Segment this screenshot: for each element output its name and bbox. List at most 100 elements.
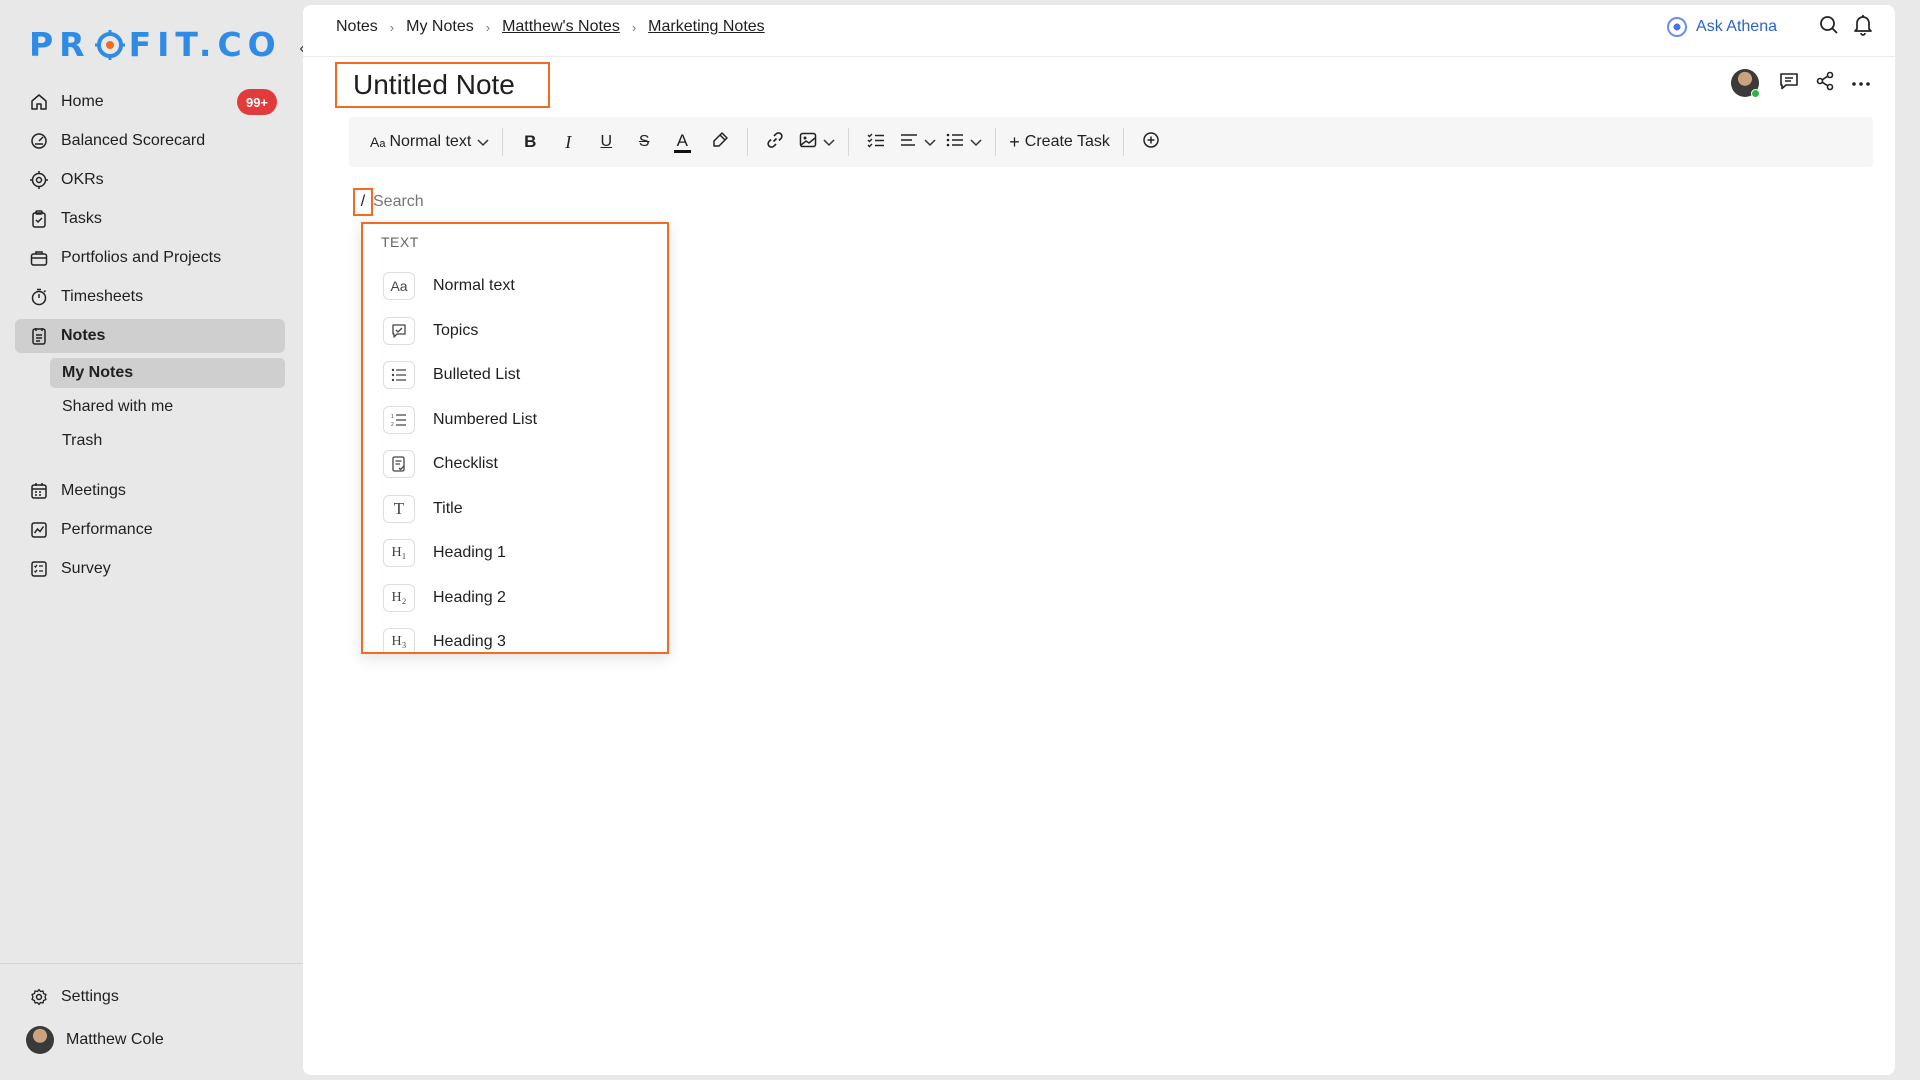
more-horizontal-icon: [1851, 74, 1871, 92]
menu-item-topics[interactable]: Topics: [363, 309, 667, 354]
breadcrumb-my-notes[interactable]: My Notes: [406, 18, 474, 36]
align-left-icon: [900, 133, 918, 151]
menu-item-label: Bulleted List: [433, 366, 521, 384]
sidebar-footer: Settings Matthew Cole: [0, 963, 303, 1054]
numbered-list-icon: 12: [383, 405, 415, 434]
bold-button[interactable]: B: [516, 126, 544, 158]
document-actions: [1731, 69, 1875, 98]
italic-button[interactable]: I: [554, 126, 582, 158]
toolbar-divider: [995, 128, 997, 156]
breadcrumb-separator-icon: ›: [631, 19, 637, 35]
briefcase-icon: [29, 248, 49, 268]
menu-item-label: Numbered List: [433, 410, 538, 428]
sidebar-item-survey[interactable]: Survey: [15, 552, 285, 586]
profit-co-logo[interactable]: PR FIT.CO: [29, 22, 282, 66]
underline-button[interactable]: U: [592, 126, 620, 158]
slash-command-cursor[interactable]: /: [353, 188, 373, 216]
breadcrumb-matthews-notes[interactable]: Matthew's Notes: [502, 18, 620, 36]
sidebar-item-tasks[interactable]: Tasks: [15, 202, 285, 236]
checklist-icon: [383, 450, 415, 479]
ask-athena-button[interactable]: Ask Athena: [1667, 17, 1777, 37]
main-panel: Notes › My Notes › Matthew's Notes › Mar…: [303, 5, 1895, 1075]
menu-item-label: Topics: [433, 321, 479, 339]
sidebar-item-okrs[interactable]: OKRs: [15, 163, 285, 197]
comments-button[interactable]: [1775, 69, 1803, 97]
slash-search-input[interactable]: [373, 193, 573, 211]
chevron-down-icon: [924, 134, 936, 151]
svg-text:1: 1: [391, 414, 394, 420]
sidebar-item-label: Timesheets: [61, 288, 144, 305]
text-aa-icon: Aa: [383, 272, 415, 301]
insert-more-button[interactable]: [1137, 126, 1165, 158]
text-color-button[interactable]: A: [668, 126, 696, 158]
sidebar-item-meetings[interactable]: Meetings: [15, 474, 285, 508]
sidebar-subitem-trash[interactable]: Trash: [50, 426, 285, 456]
underline-icon: U: [600, 133, 613, 150]
breadcrumb: Notes › My Notes › Matthew's Notes › Mar…: [336, 18, 765, 36]
menu-item-normal-text[interactable]: Aa Normal text: [363, 264, 667, 309]
text-style-icon: Aa: [370, 134, 386, 150]
chevron-down-icon: [970, 134, 982, 151]
sidebar-subitem-my-notes[interactable]: My Notes: [50, 358, 285, 388]
sidebar-item-label: Balanced Scorecard: [61, 132, 206, 149]
sidebar-item-timesheets[interactable]: Timesheets: [15, 280, 285, 314]
survey-icon: [29, 559, 49, 579]
menu-item-label: Title: [433, 499, 463, 517]
collaborator-avatar[interactable]: [1731, 69, 1760, 98]
toolbar-divider: [502, 128, 504, 156]
chevron-down-icon: [823, 134, 835, 151]
menu-item-bulleted-list[interactable]: Bulleted List: [363, 353, 667, 398]
sidebar-item-label: Portfolios and Projects: [61, 249, 222, 266]
menu-item-heading-2[interactable]: H₂ Heading 2: [363, 576, 667, 621]
create-task-label: Create Task: [1024, 133, 1110, 150]
text-style-dropdown[interactable]: Aa Normal text: [370, 126, 489, 158]
image-icon: [799, 132, 817, 152]
menu-item-heading-1[interactable]: H₁ Heading 1: [363, 531, 667, 576]
sidebar-item-settings[interactable]: Settings: [29, 987, 119, 1007]
list-dropdown[interactable]: [946, 126, 982, 158]
menu-section-heading: TEXT: [381, 234, 419, 250]
breadcrumb-notes[interactable]: Notes: [336, 18, 378, 36]
avatar: [26, 1026, 54, 1054]
menu-item-title[interactable]: T Title: [363, 487, 667, 532]
logo-target-icon: [94, 29, 125, 60]
sidebar-subitem-shared-with-me[interactable]: Shared with me: [50, 392, 285, 422]
sidebar-subitem-label: Trash: [62, 432, 103, 449]
menu-item-numbered-list[interactable]: 12 Numbered List: [363, 398, 667, 443]
bulleted-list-icon: [946, 133, 964, 151]
sidebar-item-balanced-scorecard[interactable]: Balanced Scorecard: [15, 124, 285, 158]
breadcrumb-marketing-notes[interactable]: Marketing Notes: [648, 18, 765, 36]
more-options-button[interactable]: [1847, 69, 1875, 97]
align-dropdown[interactable]: [900, 126, 936, 158]
gear-icon: [29, 987, 49, 1007]
sidebar: PR FIT.CO ‹ Home 99+ Balanced Scorecard …: [0, 0, 305, 1080]
note-title[interactable]: Untitled Note: [335, 62, 550, 108]
link-button[interactable]: [761, 126, 789, 158]
notifications-button[interactable]: [1851, 14, 1875, 41]
share-button[interactable]: [1811, 69, 1839, 97]
checklist-button[interactable]: [862, 126, 890, 158]
sidebar-item-label: Survey: [61, 560, 111, 577]
bell-icon: [1853, 14, 1873, 41]
breadcrumb-separator-icon: ›: [389, 19, 395, 35]
sidebar-item-home[interactable]: Home 99+: [15, 85, 285, 119]
user-profile[interactable]: Matthew Cole: [26, 1026, 164, 1054]
sidebar-item-portfolios-and-projects[interactable]: Portfolios and Projects: [15, 241, 285, 275]
home-icon: [29, 92, 49, 112]
insert-image-dropdown[interactable]: [799, 126, 835, 158]
create-task-button[interactable]: + Create Task: [1009, 126, 1110, 158]
menu-item-list: Aa Normal text Topics Bulleted List 12 N: [363, 264, 667, 652]
topics-icon: [383, 316, 415, 345]
sidebar-item-performance[interactable]: Performance: [15, 513, 285, 547]
menu-item-checklist[interactable]: Checklist: [363, 442, 667, 487]
highlight-button[interactable]: [706, 126, 734, 158]
menu-item-heading-3[interactable]: H₃ Heading 3: [363, 620, 667, 652]
bulleted-list-icon: [383, 361, 415, 390]
menu-item-label: Normal text: [433, 277, 515, 295]
search-button[interactable]: [1817, 15, 1841, 39]
plus-icon: +: [1009, 131, 1020, 152]
menu-item-label: Checklist: [433, 455, 498, 473]
sidebar-subitem-label: My Notes: [62, 364, 134, 381]
strikethrough-button[interactable]: S: [630, 126, 658, 158]
sidebar-item-notes[interactable]: Notes: [15, 319, 285, 353]
